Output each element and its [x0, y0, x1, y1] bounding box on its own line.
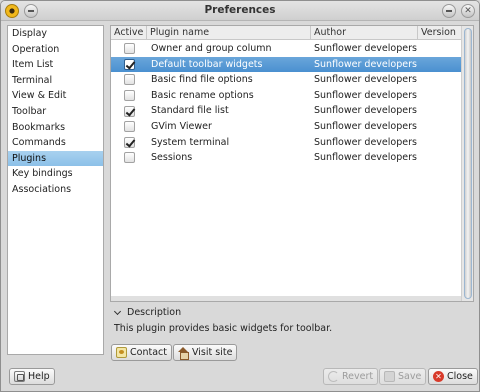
author-cell: Sunflower developers [314, 58, 417, 70]
plugin-name-cell: GVim Viewer [151, 120, 212, 132]
revert-button[interactable]: Revert [323, 368, 379, 385]
minimize-button[interactable] [442, 4, 456, 18]
version-cell [418, 103, 461, 119]
author-cell: Sunflower developers [314, 89, 417, 101]
version-cell [418, 88, 461, 104]
plugin-name-cell: Standard file list [151, 105, 229, 117]
sidebar-item-bookmarks[interactable]: Bookmarks [8, 120, 103, 136]
version-cell [418, 57, 461, 73]
revert-icon [328, 371, 339, 382]
preferences-sidebar: Display Operation Item List Terminal Vie… [7, 25, 104, 355]
plugin-name-cell: Owner and group column [151, 43, 272, 54]
sidebar-item-item-list[interactable]: Item List [8, 57, 103, 73]
table-row[interactable]: System terminal Sunflower developers [111, 135, 461, 151]
sidebar-item-operation[interactable]: Operation [8, 42, 103, 58]
plugin-name-cell: Sessions [151, 152, 193, 164]
scrollbar-thumb[interactable] [464, 28, 472, 299]
home-icon [178, 347, 189, 360]
active-cell [111, 72, 147, 88]
active-checkbox[interactable] [123, 90, 135, 102]
save-icon [384, 371, 395, 382]
author-cell: Sunflower developers [314, 43, 417, 54]
version-cell [418, 41, 461, 57]
description-heading: Description [127, 307, 182, 318]
active-checkbox[interactable] [123, 121, 135, 133]
table-header: Active Plugin name Author Version [111, 26, 461, 40]
help-button[interactable]: Help [9, 368, 55, 385]
version-cell [418, 119, 461, 135]
active-checkbox[interactable] [123, 152, 135, 164]
plugin-name-cell: System terminal [151, 136, 230, 148]
description-text: This plugin provides basic widgets for t… [114, 323, 333, 334]
author-cell: Sunflower developers [314, 74, 417, 86]
sidebar-item-display[interactable]: Display [8, 26, 103, 42]
save-button[interactable]: Save [379, 368, 427, 385]
author-cell: Sunflower developers [314, 136, 417, 148]
plugin-name-cell: Basic rename options [151, 89, 254, 101]
vertical-scrollbar[interactable] [461, 26, 473, 301]
table-row[interactable]: Standard file list Sunflower developers [111, 103, 461, 119]
plugin-name-cell: Basic find file options [151, 74, 253, 86]
active-checkbox[interactable] [123, 105, 135, 117]
author-cell: Sunflower developers [314, 105, 417, 117]
table-body: Owner and group column Sunflower develope… [111, 41, 461, 166]
revert-label: Revert [342, 371, 374, 382]
table-row[interactable]: Basic find file options Sunflower develop… [111, 72, 461, 88]
contact-label: Contact [130, 347, 167, 358]
version-cell [418, 150, 461, 166]
table-row[interactable]: Basic rename options Sunflower developers [111, 88, 461, 104]
help-icon [14, 371, 25, 382]
active-cell [111, 119, 147, 135]
table-row[interactable]: Owner and group column Sunflower develope… [111, 41, 461, 57]
active-checkbox[interactable] [123, 136, 135, 148]
contact-button[interactable]: Contact [111, 344, 172, 361]
column-header-version[interactable]: Version [418, 26, 461, 40]
table-row[interactable]: Default toolbar widgets Sunflower develop… [111, 56, 461, 73]
table-row[interactable]: GVim Viewer Sunflower developers [111, 119, 461, 135]
version-cell [418, 72, 461, 88]
active-cell [111, 135, 147, 151]
close-window-button[interactable]: ✕ [461, 4, 475, 18]
close-icon: ✕ [433, 371, 444, 382]
description-expander[interactable]: Description [113, 307, 182, 318]
close-label: Close [447, 371, 473, 382]
save-label: Save [398, 371, 422, 382]
sidebar-item-associations[interactable]: Associations [8, 182, 103, 198]
sidebar-item-view-edit[interactable]: View & Edit [8, 88, 103, 104]
plugins-table: Active Plugin name Author Version Owner … [110, 25, 474, 302]
column-header-author[interactable]: Author [311, 26, 418, 40]
sidebar-item-terminal[interactable]: Terminal [8, 73, 103, 89]
horizontal-scrollbar[interactable] [111, 296, 461, 301]
column-header-active[interactable]: Active [111, 26, 147, 40]
contact-icon [116, 347, 127, 358]
column-header-plugin-name[interactable]: Plugin name [147, 26, 311, 40]
author-cell: Sunflower developers [314, 120, 417, 132]
visit-site-button[interactable]: Visit site [173, 344, 238, 361]
sidebar-item-key-bindings[interactable]: Key bindings [8, 166, 103, 182]
active-cell [111, 103, 147, 119]
help-label: Help [28, 371, 50, 382]
sidebar-item-commands[interactable]: Commands [8, 135, 103, 151]
table-row[interactable]: Sessions Sunflower developers [111, 150, 461, 166]
active-checkbox[interactable] [123, 58, 135, 70]
active-cell [111, 88, 147, 104]
title-bar: Preferences ✕ [1, 1, 479, 21]
sidebar-item-plugins[interactable]: Plugins [8, 150, 103, 167]
active-cell [111, 150, 147, 166]
active-checkbox[interactable] [123, 43, 135, 55]
version-cell [418, 135, 461, 151]
sidebar-item-toolbar[interactable]: Toolbar [8, 104, 103, 120]
preferences-window: Preferences ✕ Display Operation Item Lis… [0, 0, 480, 392]
plugin-name-cell: Default toolbar widgets [151, 58, 263, 70]
active-checkbox[interactable] [123, 74, 135, 86]
active-cell [111, 41, 147, 57]
visit-site-label: Visit site [192, 347, 233, 358]
author-cell: Sunflower developers [314, 152, 417, 164]
window-title: Preferences [204, 4, 276, 16]
chevron-down-icon [113, 307, 122, 315]
active-cell [111, 57, 147, 73]
close-button[interactable]: ✕ Close [428, 368, 478, 385]
